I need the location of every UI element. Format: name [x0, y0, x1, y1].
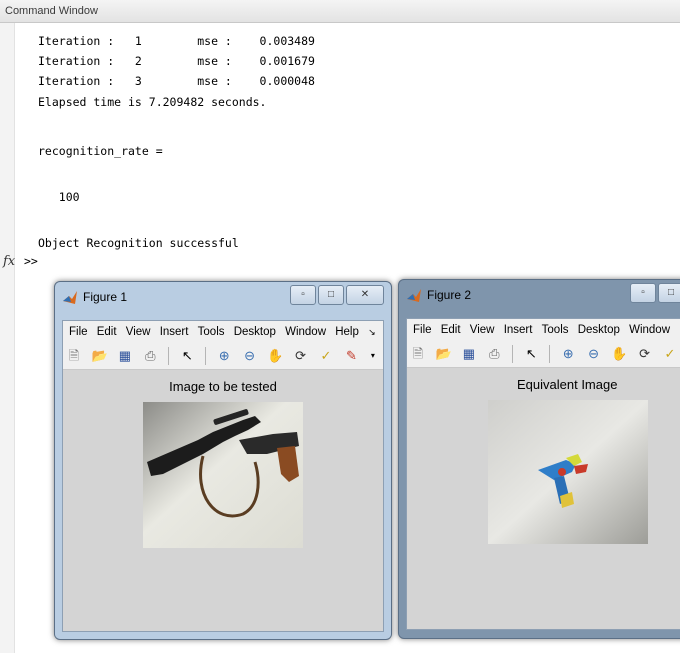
- menu-desktop[interactable]: Desktop: [234, 321, 276, 343]
- menu-file[interactable]: File: [413, 319, 432, 341]
- command-prompt[interactable]: >>: [24, 254, 38, 268]
- pan-hand-icon[interactable]: ✋: [611, 346, 627, 362]
- figure-2-titlebar[interactable]: Figure 2 ▫ □: [399, 280, 680, 310]
- pan-hand-icon[interactable]: ✋: [267, 348, 283, 364]
- rotate-3d-icon[interactable]: ⟳: [637, 346, 653, 362]
- brush-icon[interactable]: ✎: [343, 348, 359, 364]
- save-icon[interactable]: ▦: [117, 348, 133, 364]
- menu-edit[interactable]: Edit: [97, 321, 117, 343]
- toolbar-separator: [548, 345, 550, 363]
- pointer-icon[interactable]: ↖: [523, 346, 539, 362]
- console-line: Iteration : 1 mse : 0.003489: [38, 34, 315, 48]
- menu-window[interactable]: Window: [285, 321, 326, 343]
- figure-2-canvas: Equivalent Image: [407, 368, 680, 629]
- open-folder-icon[interactable]: 📂: [435, 346, 451, 362]
- menu-insert[interactable]: Insert: [504, 319, 533, 341]
- console-line: Iteration : 3 mse : 0.000048: [38, 74, 315, 88]
- equivalent-image: [488, 400, 648, 544]
- maximize-button[interactable]: □: [658, 283, 680, 303]
- figure-1-window[interactable]: Figure 1 ▫ □ ✕ File Edit View Insert Too…: [54, 281, 392, 640]
- print-icon[interactable]: ⎙: [486, 346, 502, 362]
- figure-1-menubar: File Edit View Insert Tools Desktop Wind…: [63, 321, 383, 343]
- console-line: Object Recognition successful: [38, 236, 239, 250]
- fx-function-icon[interactable]: fx: [3, 254, 15, 269]
- figure-2-menubar: File Edit View Insert Tools Desktop Wind…: [407, 319, 680, 341]
- menu-edit[interactable]: Edit: [441, 319, 461, 341]
- figure-1-title: Figure 1: [83, 290, 128, 304]
- print-icon[interactable]: ⎙: [142, 348, 158, 364]
- matlab-logo-icon: [407, 289, 421, 302]
- new-file-icon[interactable]: 🗎: [410, 346, 426, 362]
- console-line: 100: [38, 190, 80, 204]
- toolbar-separator: [204, 347, 206, 365]
- data-cursor-icon[interactable]: ✓: [318, 348, 334, 364]
- menu-view[interactable]: View: [126, 321, 151, 343]
- menu-desktop[interactable]: Desktop: [578, 319, 620, 341]
- minimize-button[interactable]: ▫: [290, 285, 316, 305]
- menu-view[interactable]: View: [470, 319, 495, 341]
- toolbar-separator: [511, 345, 513, 363]
- zoom-in-icon[interactable]: ⊕: [560, 346, 576, 362]
- data-cursor-icon[interactable]: ✓: [662, 346, 678, 362]
- figure-1-titlebar[interactable]: Figure 1 ▫ □ ✕: [55, 282, 391, 312]
- close-button[interactable]: ✕: [346, 285, 384, 305]
- console-line: Elapsed time is 7.209482 seconds.: [38, 95, 267, 109]
- axes-title: Equivalent Image: [517, 377, 618, 392]
- figure-2-title: Figure 2: [427, 288, 472, 302]
- figure-2-client: File Edit View Insert Tools Desktop Wind…: [406, 318, 680, 630]
- figure-1-toolbar: 🗎 📂 ▦ ⎙ ↖ ⊕ ⊖ ✋ ⟳ ✓ ✎ ▾ »: [63, 343, 383, 370]
- command-window-output: Iteration : 1 mse : 0.003489 Iteration :…: [38, 34, 315, 250]
- axes-title: Image to be tested: [169, 379, 277, 394]
- figure-1-canvas: Image to be tested: [63, 370, 383, 631]
- menu-help[interactable]: Help: [335, 321, 359, 343]
- zoom-out-icon[interactable]: ⊖: [586, 346, 602, 362]
- new-file-icon[interactable]: 🗎: [66, 348, 82, 364]
- console-line: recognition_rate =: [38, 144, 163, 158]
- rotate-3d-icon[interactable]: ⟳: [293, 348, 309, 364]
- menu-insert[interactable]: Insert: [160, 321, 189, 343]
- console-line: Iteration : 2 mse : 0.001679: [38, 54, 315, 68]
- command-window-title: Command Window: [5, 5, 98, 17]
- toolbar-separator: [167, 347, 169, 365]
- command-window-header: Command Window: [0, 0, 680, 23]
- pointer-icon[interactable]: ↖: [179, 348, 195, 364]
- figure-2-toolbar: 🗎 📂 ▦ ⎙ ↖ ⊕ ⊖ ✋ ⟳ ✓ ✎: [407, 341, 680, 368]
- zoom-in-icon[interactable]: ⊕: [216, 348, 232, 364]
- brush-dropdown-icon[interactable]: ▾: [369, 348, 377, 364]
- figure-2-window[interactable]: Figure 2 ▫ □ File Edit View Insert Tools…: [398, 279, 680, 639]
- open-folder-icon[interactable]: 📂: [91, 348, 107, 364]
- menu-window[interactable]: Window: [629, 319, 670, 341]
- zoom-out-icon[interactable]: ⊖: [242, 348, 258, 364]
- command-window-gutter: [0, 23, 15, 653]
- menu-dock-arrow-icon[interactable]: ↘: [368, 321, 376, 343]
- menu-tools[interactable]: Tools: [198, 321, 225, 343]
- figure-1-client: File Edit View Insert Tools Desktop Wind…: [62, 320, 384, 632]
- matlab-logo-icon: [63, 291, 77, 304]
- maximize-button[interactable]: □: [318, 285, 344, 305]
- menu-file[interactable]: File: [69, 321, 88, 343]
- tested-image: [143, 402, 303, 548]
- save-icon[interactable]: ▦: [461, 346, 477, 362]
- minimize-button[interactable]: ▫: [630, 283, 656, 303]
- menu-tools[interactable]: Tools: [542, 319, 569, 341]
